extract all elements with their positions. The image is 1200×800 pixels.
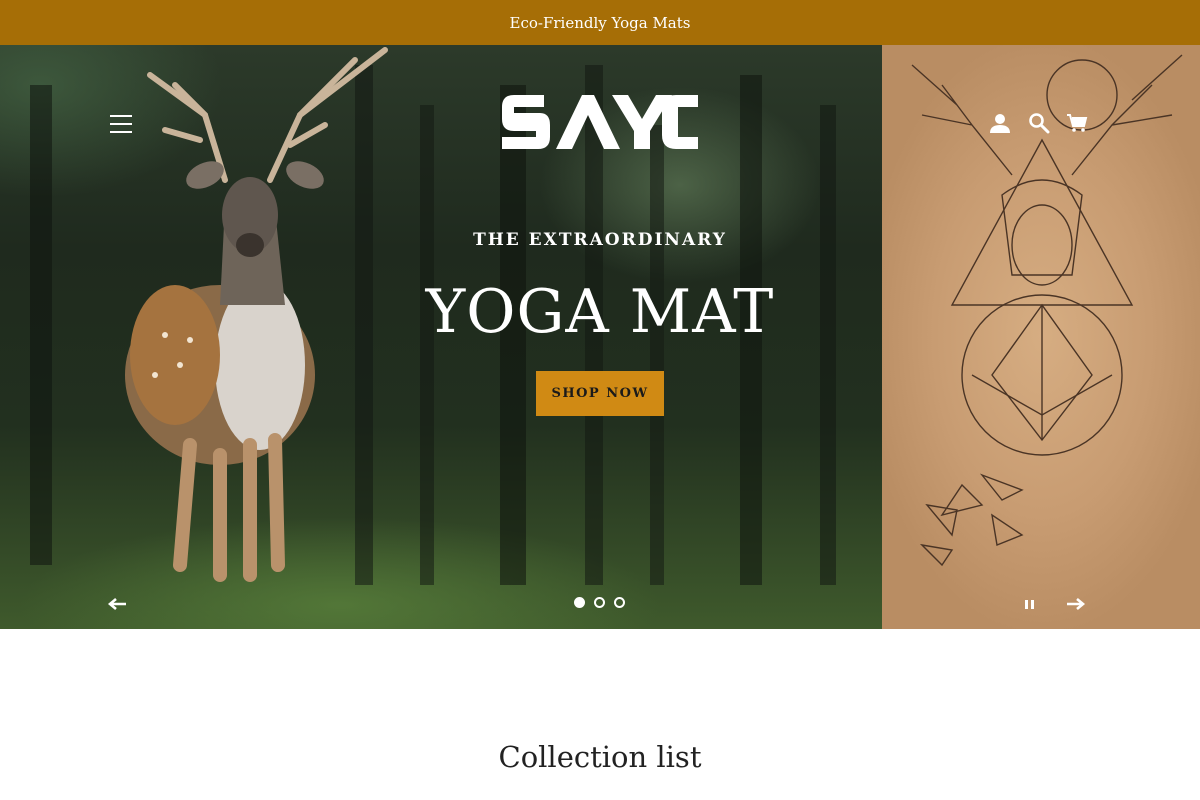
collection-list-title: Collection list <box>498 740 702 774</box>
site-logo[interactable] <box>500 91 700 155</box>
announcement-bar: Eco-Friendly Yoga Mats <box>0 0 1200 45</box>
slide-dots <box>574 597 625 608</box>
announcement-text: Eco-Friendly Yoga Mats <box>509 13 691 32</box>
arrow-left-icon[interactable] <box>106 593 128 615</box>
pause-icon[interactable] <box>1022 597 1036 611</box>
hero-eyebrow: THE EXTRAORDINARY <box>473 230 727 250</box>
menu-button[interactable] <box>110 115 132 133</box>
hero-headline: YOGA MAT <box>425 277 775 347</box>
user-icon[interactable] <box>986 109 1014 137</box>
shop-now-button[interactable]: SHOP NOW <box>536 371 664 416</box>
slide-dot-1[interactable] <box>574 597 585 608</box>
arrow-right-icon[interactable] <box>1065 593 1087 615</box>
slide-dot-2[interactable] <box>594 597 605 608</box>
hero-slideshow: THE EXTRAORDINARY YOGA MAT SHOP NOW <box>0 45 1200 629</box>
cart-icon[interactable] <box>1063 109 1091 137</box>
search-icon[interactable] <box>1025 109 1053 137</box>
slide-dot-3[interactable] <box>614 597 625 608</box>
